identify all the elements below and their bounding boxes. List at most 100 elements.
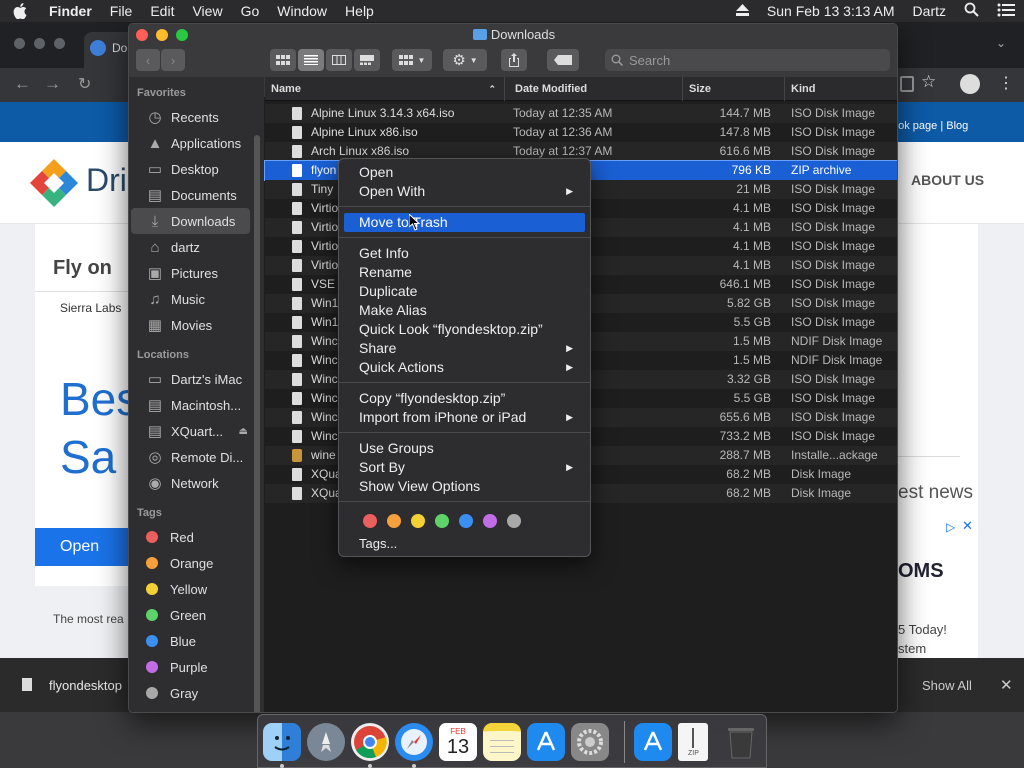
- tag-color-option[interactable]: [411, 514, 425, 528]
- menu-item-share[interactable]: Share ▶: [344, 339, 585, 358]
- app-store-icon[interactable]: [527, 723, 565, 761]
- calendar-icon[interactable]: FEB 13: [439, 723, 477, 761]
- menu-item-make-alias[interactable]: Make Alias: [344, 301, 585, 320]
- system-preferences-icon[interactable]: [571, 723, 609, 761]
- finder-icon[interactable]: [263, 723, 301, 761]
- column-view-button[interactable]: [326, 49, 352, 71]
- sidebar-item-music[interactable]: ♫ Music: [129, 286, 252, 312]
- close-window-button[interactable]: [14, 38, 25, 49]
- menu-item-use-groups[interactable]: Use Groups: [344, 439, 585, 458]
- tag-color-option[interactable]: [459, 514, 473, 528]
- date-column-header[interactable]: Date Modified: [509, 77, 683, 101]
- tab-list-chevron-icon[interactable]: ⌄: [996, 36, 1006, 50]
- safari-icon[interactable]: [395, 723, 433, 761]
- forward-button[interactable]: ›: [161, 49, 185, 71]
- sidebar-item-applications[interactable]: ▲ Applications: [129, 130, 252, 156]
- sidebar-item-desktop[interactable]: ▭ Desktop: [129, 156, 252, 182]
- tag-color-option[interactable]: [483, 514, 497, 528]
- show-all-button[interactable]: Show All: [922, 678, 972, 693]
- sidebar-scrollbar[interactable]: [254, 135, 260, 712]
- spotlight-search-icon[interactable]: [955, 2, 988, 20]
- back-button[interactable]: ‹: [136, 49, 160, 71]
- sidebar-tag-blue[interactable]: Blue: [129, 628, 252, 654]
- menu-item-tags[interactable]: Tags...: [344, 534, 585, 553]
- size-column-header[interactable]: Size: [683, 77, 785, 101]
- sidebar-item-pictures[interactable]: ▣ Pictures: [129, 260, 252, 286]
- sidebar-item-recents[interactable]: ◷ Recents: [129, 104, 252, 130]
- icon-view-button[interactable]: [270, 49, 296, 71]
- sidebar-tag-yellow[interactable]: Yellow: [129, 576, 252, 602]
- menu-item-rename[interactable]: Rename: [344, 263, 585, 282]
- sidebar-tag-gray[interactable]: Gray: [129, 680, 252, 706]
- list-view-button[interactable]: [298, 49, 324, 71]
- user-name[interactable]: Dartz: [904, 3, 955, 19]
- browser-tab[interactable]: Do: [84, 32, 134, 68]
- open-button[interactable]: Open: [35, 528, 128, 566]
- menu-item-copy[interactable]: Copy “flyondesktop.zip”: [344, 389, 585, 408]
- sidebar-location-2[interactable]: ▤ XQuart... ⏏: [129, 418, 252, 444]
- bookmark-star-icon[interactable]: ☆: [921, 72, 936, 92]
- sidebar-location-0[interactable]: ▭ Dartz's iMac: [129, 366, 252, 392]
- group-by-button[interactable]: ▼: [392, 49, 432, 71]
- profile-avatar-icon[interactable]: [960, 74, 980, 94]
- tag-color-option[interactable]: [507, 514, 521, 528]
- forward-icon[interactable]: →: [44, 74, 61, 94]
- menu-item-open-with[interactable]: Open With ▶: [344, 182, 585, 201]
- zip-file-icon[interactable]: ZIP: [678, 723, 708, 761]
- tag-color-option[interactable]: [435, 514, 449, 528]
- ad-close-icon[interactable]: ✕: [962, 518, 973, 534]
- zoom-button[interactable]: [176, 29, 188, 41]
- chrome-icon[interactable]: [351, 723, 389, 761]
- sidebar-tag-green[interactable]: Green: [129, 602, 252, 628]
- clock[interactable]: Sun Feb 13 3:13 AM: [758, 3, 904, 19]
- menu-item-duplicate[interactable]: Duplicate: [344, 282, 585, 301]
- share-button[interactable]: [501, 49, 527, 71]
- extension-icon[interactable]: [900, 76, 914, 92]
- sidebar-item-movies[interactable]: ▦ Movies: [129, 312, 252, 338]
- action-menu-button[interactable]: ⚙ ▼: [443, 49, 487, 71]
- eject-icon[interactable]: ⏏: [239, 426, 248, 437]
- sidebar-item-documents[interactable]: ▤ Documents: [129, 182, 252, 208]
- menu-app-name[interactable]: Finder: [40, 3, 101, 19]
- menu-file[interactable]: File: [101, 3, 142, 19]
- notification-center-icon[interactable]: [988, 3, 1024, 20]
- close-button[interactable]: [136, 29, 148, 41]
- menu-item-quick-actions[interactable]: Quick Actions ▶: [344, 358, 585, 377]
- launchpad-icon[interactable]: [307, 723, 345, 761]
- sidebar-tag-red[interactable]: Red: [129, 524, 252, 550]
- search-field[interactable]: Search: [605, 49, 890, 71]
- sidebar-item-downloads[interactable]: ⤓ Downloads: [131, 208, 250, 234]
- menu-view[interactable]: View: [183, 3, 231, 19]
- back-icon[interactable]: ←: [14, 74, 31, 94]
- trash-icon[interactable]: [722, 723, 760, 761]
- menu-window[interactable]: Window: [268, 3, 336, 19]
- table-row[interactable]: Alpine Linux 3.14.3 x64.iso Today at 12:3…: [265, 104, 897, 123]
- sidebar-tag-purple[interactable]: Purple: [129, 654, 252, 680]
- sidebar-item-dartz[interactable]: ⌂ dartz: [129, 234, 252, 260]
- minimize-window-button[interactable]: [34, 38, 45, 49]
- site-logo-icon[interactable]: [30, 159, 78, 207]
- close-shelf-icon[interactable]: ✕: [1000, 676, 1013, 694]
- site-top-links[interactable]: ook page | Blog: [892, 120, 968, 132]
- minimize-button[interactable]: [156, 29, 168, 41]
- app-store-downloads-icon[interactable]: [634, 723, 672, 761]
- gallery-view-button[interactable]: [354, 49, 380, 71]
- menu-go[interactable]: Go: [232, 3, 269, 19]
- menu-help[interactable]: Help: [336, 3, 383, 19]
- menu-item-quick-look[interactable]: Quick Look “flyondesktop.zip”: [344, 320, 585, 339]
- sidebar-location-1[interactable]: ▤ Macintosh...: [129, 392, 252, 418]
- edit-tags-button[interactable]: [547, 49, 579, 71]
- browser-menu-icon[interactable]: ⋮: [998, 73, 1014, 93]
- notes-icon[interactable]: [483, 723, 521, 761]
- download-file-name[interactable]: flyondesktop: [49, 678, 122, 693]
- ad-info-icon[interactable]: ▷: [946, 520, 955, 534]
- name-column-header[interactable]: Name ⌃: [265, 77, 505, 101]
- table-row[interactable]: Alpine Linux x86.iso Today at 12:36 AM 147…: [265, 123, 897, 142]
- sidebar-location-4[interactable]: ◉ Network: [129, 470, 252, 496]
- menu-item-import-from-iphone[interactable]: Import from iPhone or iPad ▶: [344, 408, 585, 427]
- reload-icon[interactable]: ↻: [78, 74, 91, 94]
- kind-column-header[interactable]: Kind: [785, 77, 897, 101]
- tag-color-option[interactable]: [387, 514, 401, 528]
- menu-item-get-info[interactable]: Get Info: [344, 244, 585, 263]
- sidebar-tag-orange[interactable]: Orange: [129, 550, 252, 576]
